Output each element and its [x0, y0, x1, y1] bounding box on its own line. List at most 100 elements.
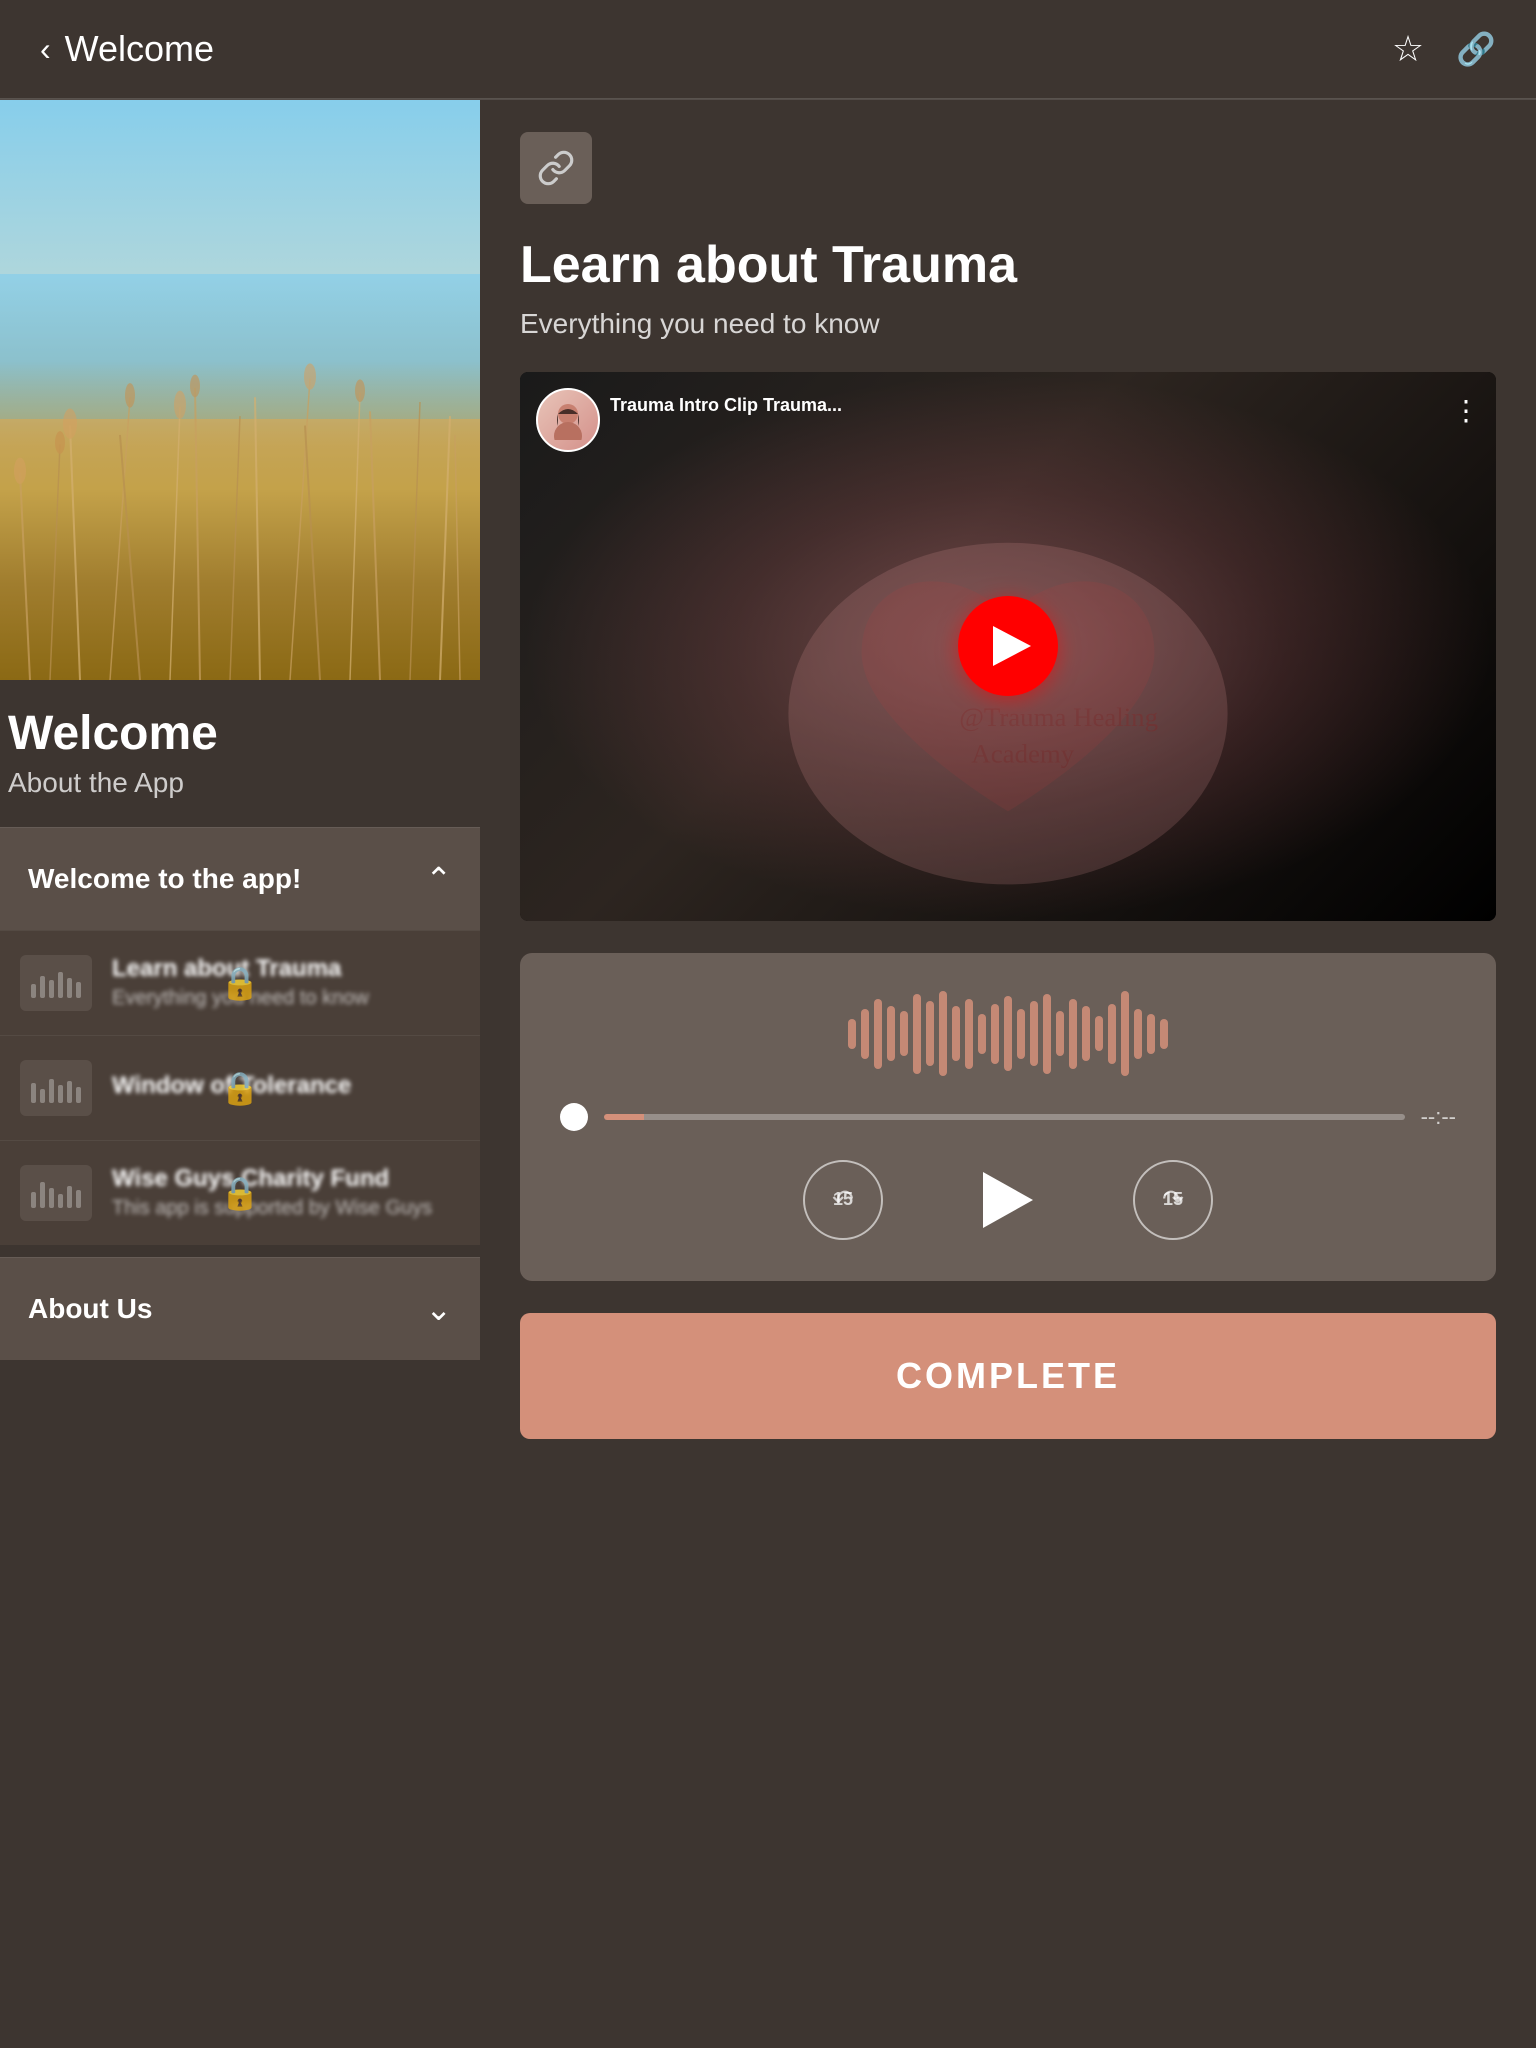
- list-item-1[interactable]: Window of Tolerance 🔒: [0, 1035, 480, 1140]
- audio-player: --:-- ↶ 15 ↷ 15: [520, 953, 1496, 1281]
- waveform-bar: [1134, 1009, 1142, 1059]
- thumb-bars-2: [31, 1178, 81, 1208]
- thumb-bar: [76, 1190, 81, 1208]
- waveform: [560, 989, 1456, 1079]
- lock-icon-2: 🔒: [220, 1174, 260, 1212]
- thumb-bar: [76, 982, 81, 998]
- progress-thumb[interactable]: [560, 1103, 588, 1131]
- waveform-bar: [1043, 994, 1051, 1074]
- waveform-bar: [965, 999, 973, 1069]
- left-column: Welcome About the App Welcome to the app…: [0, 100, 480, 1471]
- about-us-accordion-header[interactable]: About Us ⌄: [0, 1257, 480, 1360]
- thumb-bar: [31, 1192, 36, 1208]
- right-column: Learn about Trauma Everything you need t…: [480, 100, 1536, 1471]
- waveform-bar: [1056, 1011, 1064, 1056]
- waveform-bar: [1147, 1014, 1155, 1054]
- waveform-bar: [1121, 991, 1129, 1076]
- video-inner: @Trauma Healing Academy Trauma Intro Cli…: [520, 372, 1496, 921]
- list-item-thumb-0: [20, 955, 92, 1011]
- waveform-bar: [926, 1001, 934, 1066]
- header-left: ‹ Welcome: [40, 28, 214, 70]
- thumb-bar: [40, 1182, 45, 1208]
- link-icon-box[interactable]: [520, 132, 592, 204]
- play-button[interactable]: [963, 1155, 1053, 1245]
- list-item-thumb-1: [20, 1060, 92, 1116]
- skip-back-label: 15: [833, 1189, 853, 1210]
- thumb-bar: [49, 1188, 54, 1208]
- welcome-accordion: Welcome to the app! ⌃: [0, 827, 480, 1245]
- video-container[interactable]: @Trauma Healing Academy Trauma Intro Cli…: [520, 372, 1496, 921]
- content-title-area: Learn about Trauma Everything you need t…: [520, 236, 1496, 340]
- content-title: Learn about Trauma: [520, 236, 1496, 296]
- waveform-bar: [913, 994, 921, 1074]
- thumb-bar: [67, 1186, 72, 1208]
- thumb-bar: [58, 972, 63, 998]
- svg-text:Academy: Academy: [971, 738, 1074, 768]
- thumb-bar: [31, 984, 36, 998]
- link-chain-icon[interactable]: 🔗: [1456, 30, 1496, 68]
- list-item-thumb-2: [20, 1165, 92, 1221]
- svg-text:@Trauma Healing: @Trauma Healing: [959, 702, 1158, 732]
- waveform-bar: [952, 1006, 960, 1061]
- waveform-bar: [1017, 1009, 1025, 1059]
- lock-icon-1: 🔒: [220, 1069, 260, 1107]
- thumb-bar: [31, 1083, 36, 1103]
- welcome-accordion-label: Welcome to the app!: [28, 863, 301, 895]
- avatar-icon: [548, 400, 588, 440]
- waveform-bar: [991, 1004, 999, 1064]
- waveform-bar: [874, 999, 882, 1069]
- list-item-title-1: Window of Tolerance: [112, 1072, 460, 1100]
- link-icon: [537, 149, 575, 187]
- thumb-bar: [76, 1087, 81, 1103]
- waveform-bar: [939, 991, 947, 1076]
- about-us-accordion-label: About Us: [28, 1293, 152, 1325]
- thumb-bar: [49, 980, 54, 998]
- thumb-bar: [58, 1085, 63, 1103]
- video-play-button[interactable]: [958, 596, 1058, 696]
- list-item-title-2: Wise Guys Charity Fund: [112, 1165, 460, 1193]
- section-main-title: Welcome: [8, 708, 464, 761]
- waveform-bar: [1082, 1006, 1090, 1061]
- waveform-bar: [1004, 996, 1012, 1071]
- welcome-accordion-content: Learn about Trauma Everything you need t…: [0, 930, 480, 1245]
- thumb-bar: [49, 1079, 54, 1103]
- thumb-bar: [40, 976, 45, 998]
- complete-button[interactable]: COMPLETE: [520, 1313, 1496, 1439]
- back-icon[interactable]: ‹: [40, 31, 51, 68]
- list-item-info-2: Wise Guys Charity Fund This app is suppo…: [112, 1165, 460, 1220]
- skip-forward-label: 15: [1163, 1189, 1183, 1210]
- waveform-bar: [887, 1006, 895, 1061]
- video-title: Trauma Intro Clip Trauma...: [610, 394, 1446, 417]
- hero-image: [0, 100, 480, 680]
- thumb-bar: [58, 1194, 63, 1208]
- header: ‹ Welcome ☆ 🔗: [0, 0, 1536, 99]
- progress-bar[interactable]: [604, 1114, 1405, 1120]
- favorite-icon[interactable]: ☆: [1392, 28, 1424, 70]
- waveform-bar: [978, 1014, 986, 1054]
- list-item-desc-2: This app is supported by Wise Guys: [112, 1197, 460, 1220]
- waveform-bar: [861, 1009, 869, 1059]
- thumb-bar: [40, 1089, 45, 1103]
- header-right: ☆ 🔗: [1392, 28, 1496, 70]
- video-avatar: [536, 388, 600, 452]
- about-us-accordion: About Us ⌄: [0, 1257, 480, 1360]
- list-item-0[interactable]: Learn about Trauma Everything you need t…: [0, 930, 480, 1035]
- list-item-2[interactable]: Wise Guys Charity Fund This app is suppo…: [0, 1140, 480, 1245]
- skip-back-button[interactable]: ↶ 15: [803, 1160, 883, 1240]
- thumb-bar: [67, 978, 72, 998]
- play-triangle-icon: [983, 1172, 1033, 1228]
- progress-row[interactable]: --:--: [560, 1103, 1456, 1131]
- list-item-title-0: Learn about Trauma: [112, 955, 460, 983]
- waveform-bar: [1095, 1016, 1103, 1051]
- content-desc: Everything you need to know: [520, 308, 1496, 340]
- controls-row: ↶ 15 ↷ 15: [560, 1155, 1456, 1245]
- list-item-desc-0: Everything you need to know: [112, 987, 460, 1010]
- waveform-bar: [1069, 999, 1077, 1069]
- waveform-bar: [1160, 1019, 1168, 1049]
- waveform-bar: [1030, 1001, 1038, 1066]
- welcome-accordion-header[interactable]: Welcome to the app! ⌃: [0, 827, 480, 930]
- skip-forward-button[interactable]: ↷ 15: [1133, 1160, 1213, 1240]
- video-more-icon[interactable]: ⋮: [1452, 394, 1480, 427]
- section-title-area: Welcome About the App: [0, 680, 480, 807]
- section-subtitle: About the App: [8, 767, 464, 799]
